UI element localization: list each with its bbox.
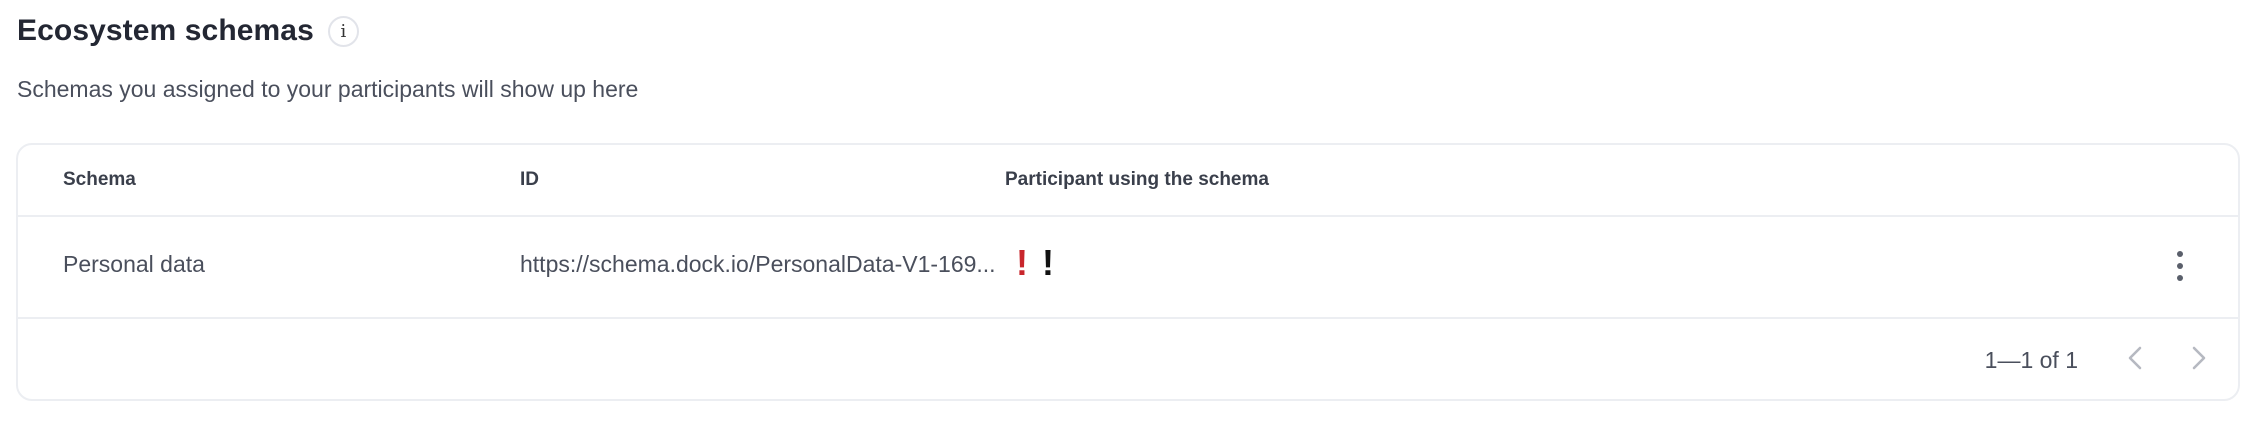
column-header-participant: Participant using the schema [1005,169,1269,190]
page-title: Ecosystem schemas [17,14,314,47]
table-pagination: 1—1 of 1 [18,319,2238,401]
black-exclamation-icon[interactable]: ! [1042,245,1054,281]
table-row[interactable]: Personal data https://schema.dock.io/Per… [18,217,2238,319]
column-header-id: ID [520,169,539,190]
more-dot [2177,251,2183,257]
chevron-right-icon[interactable] [2184,343,2214,373]
info-icon[interactable]: i [327,15,359,47]
red-exclamation-icon[interactable]: ! [1016,245,1028,281]
column-header-schema: Schema [63,169,136,190]
chevron-left-icon[interactable] [2120,343,2150,373]
table-header: Schema ID Participant using the schema [18,145,2238,217]
schemas-table: Schema ID Participant using the schema P… [16,143,2240,401]
more-dot [2177,275,2183,281]
schema-name-cell: Personal data [63,251,205,277]
participants-cell: ! ! [1016,245,1054,281]
pagination-range: 1—1 of 1 [1984,347,2078,373]
schema-id-cell: https://schema.dock.io/PersonalData-V1-1… [520,251,996,277]
section-header: Ecosystem schemas i [17,14,359,48]
more-options-icon[interactable] [2174,251,2186,281]
more-dot [2177,263,2183,269]
page-subtitle: Schemas you assigned to your participant… [17,76,639,102]
